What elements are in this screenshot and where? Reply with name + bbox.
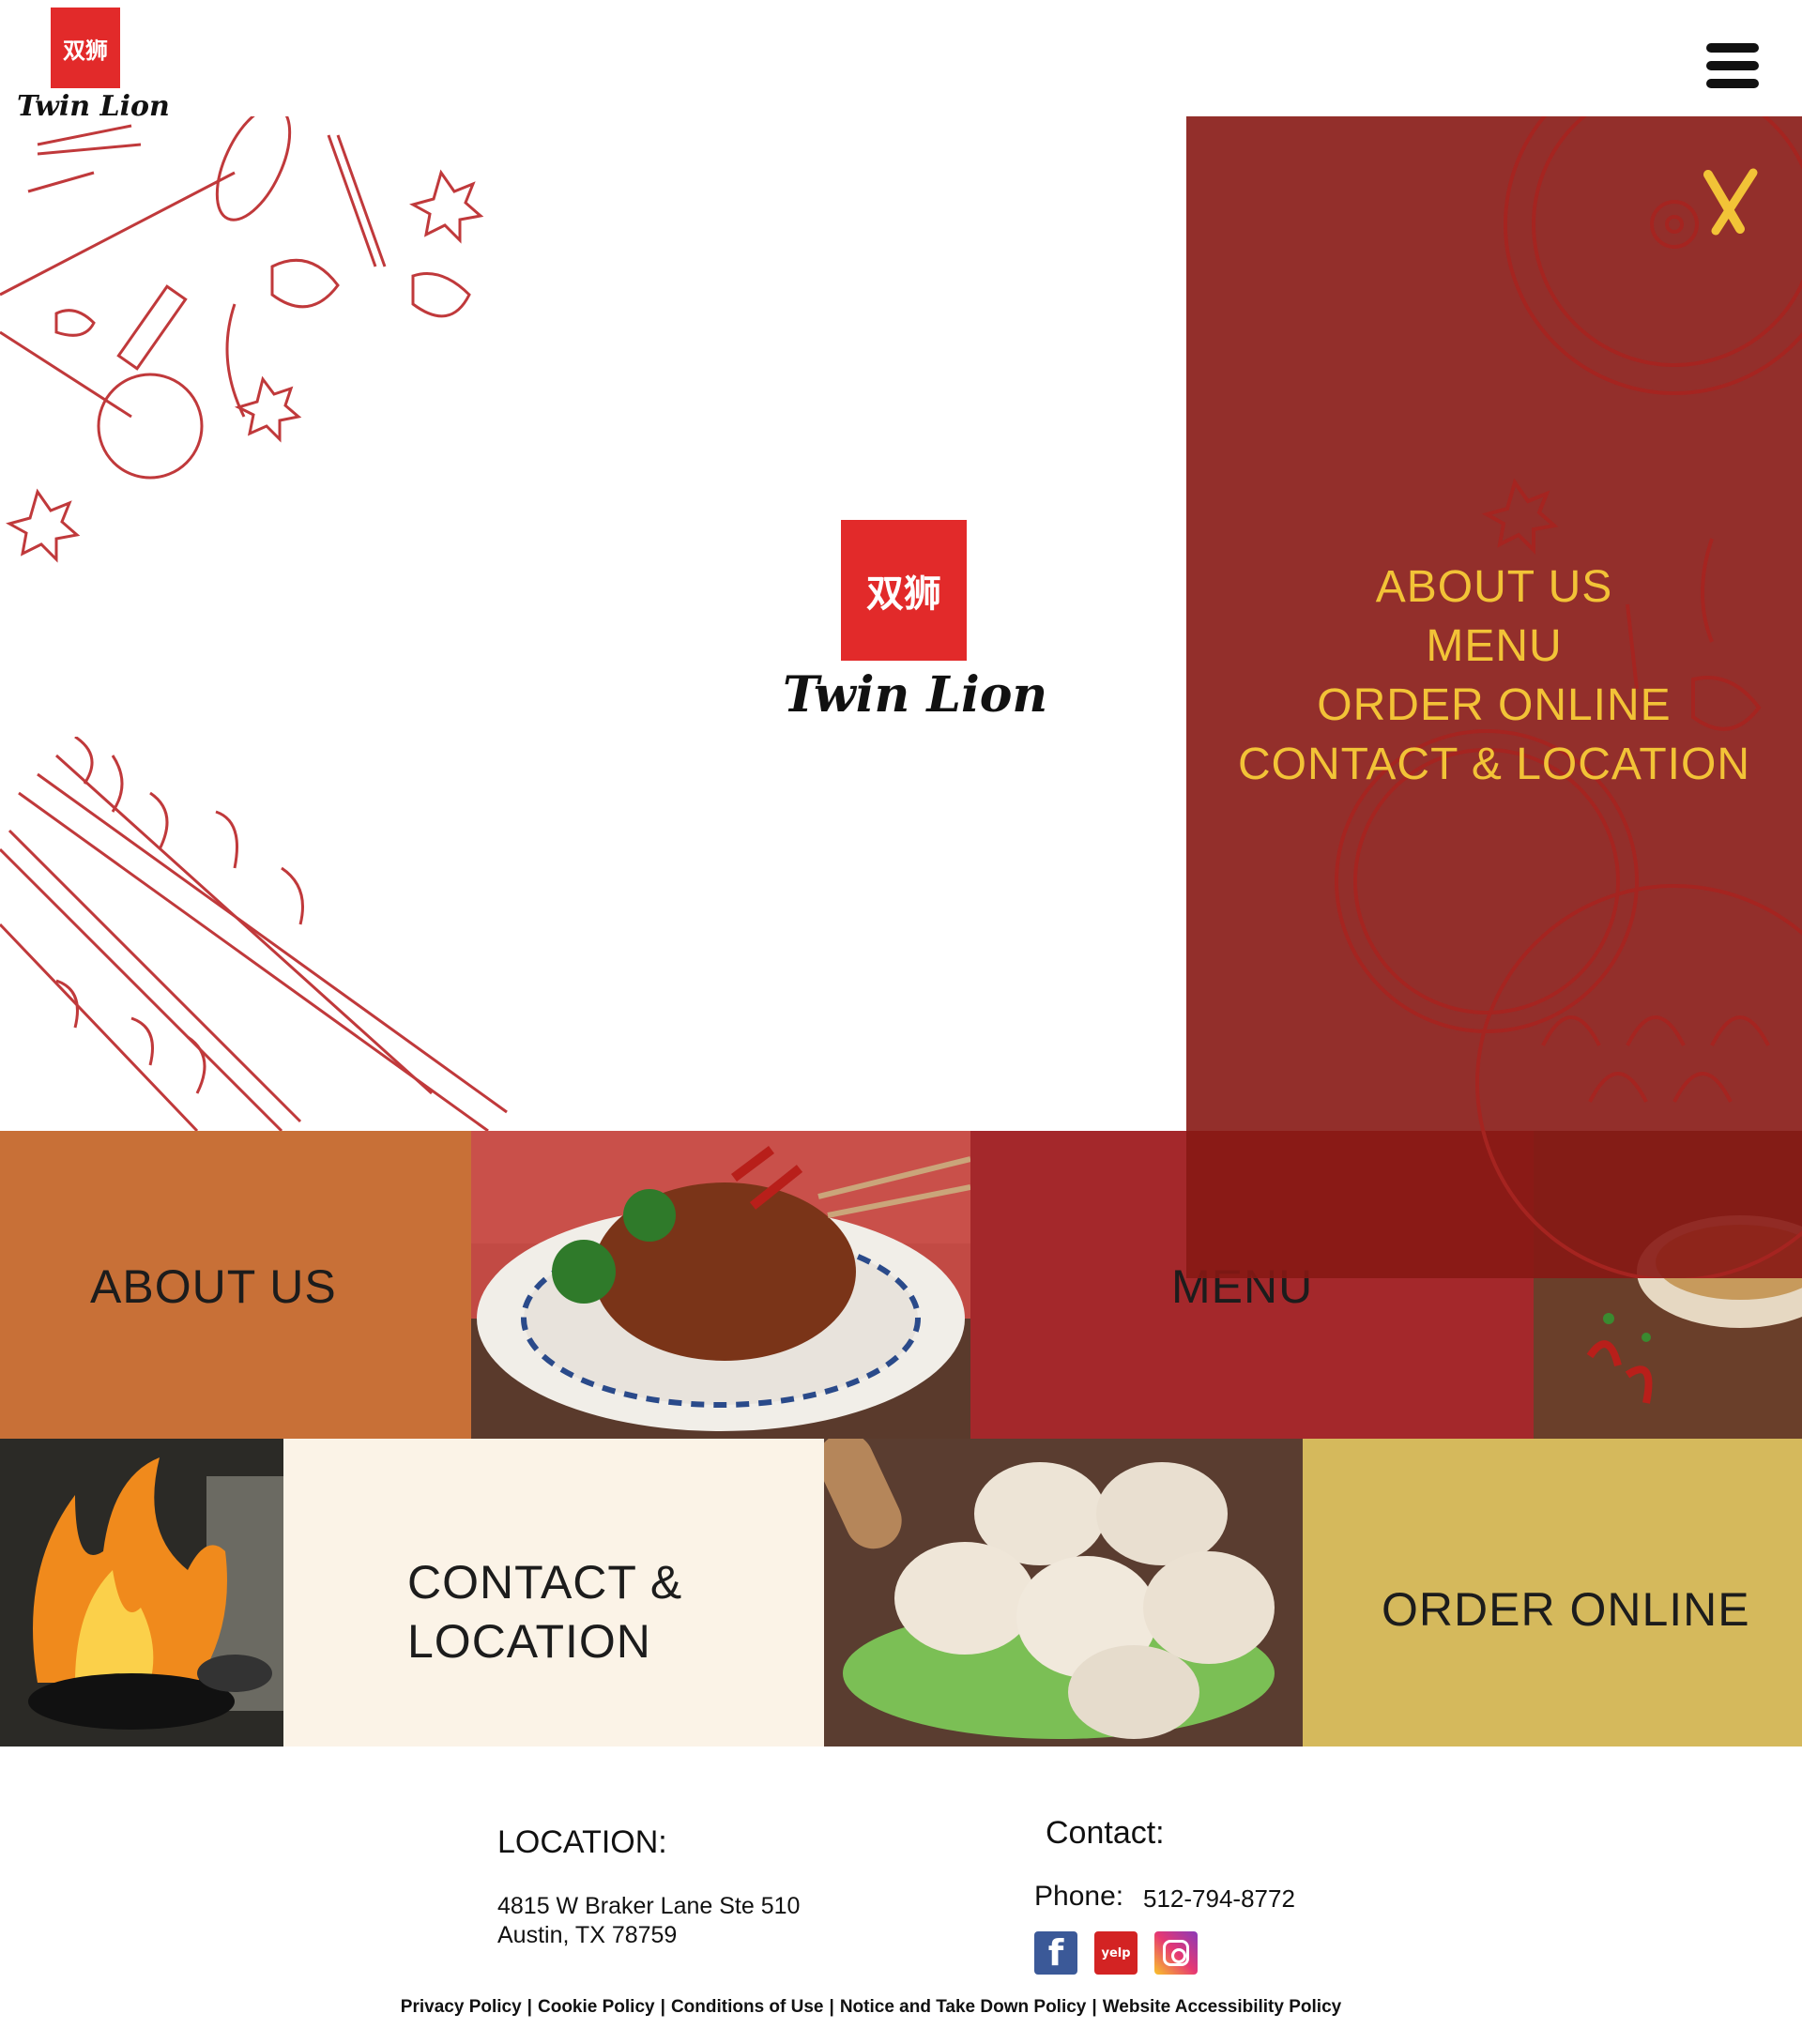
address: 4815 W Braker Lane Ste 510 Austin, TX 78… bbox=[497, 1892, 800, 1950]
kitchen-utensils-illustration bbox=[0, 116, 484, 563]
contact-tile-label-line1: CONTACT & bbox=[407, 1556, 683, 1609]
order-online-tile[interactable]: ORDER ONLINE bbox=[1303, 1439, 1802, 1747]
cookie-policy-link[interactable]: Cookie Policy bbox=[538, 1997, 655, 2017]
dumplings-photo bbox=[824, 1439, 1303, 1747]
nav-item-contact-location[interactable]: CONTACT & LOCATION bbox=[1186, 735, 1802, 794]
dumplings-image bbox=[824, 1439, 1303, 1747]
legal-separator: | bbox=[660, 1997, 665, 2017]
hero-logo: 双狮 Twin Lion bbox=[783, 520, 1047, 726]
hamburger-bar bbox=[1706, 43, 1759, 53]
site-header: 双狮 Twin Lion bbox=[0, 0, 1802, 123]
hamburger-icon[interactable] bbox=[1706, 43, 1759, 88]
address-line-1: 4815 W Braker Lane Ste 510 bbox=[497, 1893, 801, 1919]
navigation-menu: ABOUT US MENU ORDER ONLINE CONTACT & LOC… bbox=[1186, 557, 1802, 794]
phone-number[interactable]: 512-794-8772 bbox=[1143, 1884, 1295, 1914]
accessibility-policy-link[interactable]: Website Accessibility Policy bbox=[1103, 1997, 1342, 2017]
about-us-tile[interactable]: ABOUT US bbox=[0, 1131, 471, 1439]
takedown-policy-link[interactable]: Notice and Take Down Policy bbox=[840, 1997, 1087, 2017]
legal-separator: | bbox=[527, 1997, 532, 2017]
address-line-2: Austin, TX 78759 bbox=[497, 1922, 678, 1948]
contact-location-tile[interactable]: CONTACT & LOCATION bbox=[283, 1439, 824, 1747]
hamburger-bar bbox=[1706, 79, 1759, 88]
order-online-tile-label: ORDER ONLINE bbox=[1382, 1583, 1750, 1636]
navigation-overlay: ABOUT US MENU ORDER ONLINE CONTACT & LOC… bbox=[1186, 116, 1802, 1278]
chicken-dish-photo bbox=[471, 1131, 970, 1439]
legal-separator: | bbox=[829, 1997, 834, 2017]
privacy-policy-link[interactable]: Privacy Policy bbox=[401, 1997, 522, 2017]
contact-tile-label-line2: LOCATION bbox=[407, 1615, 651, 1668]
nav-item-order-online[interactable]: ORDER ONLINE bbox=[1186, 676, 1802, 735]
yelp-icon[interactable]: yelp bbox=[1094, 1931, 1138, 1975]
phone-label: Phone: bbox=[1034, 1881, 1124, 1912]
wok-fire-image bbox=[0, 1439, 283, 1747]
chicken-dish-image bbox=[471, 1131, 970, 1439]
hero-logo-seal-text: 双狮 bbox=[866, 572, 941, 616]
location-heading: LOCATION: bbox=[497, 1824, 667, 1860]
nav-item-menu[interactable]: MENU bbox=[1186, 617, 1802, 676]
hero-logo-wordmark: Twin Lion bbox=[783, 666, 1048, 724]
hero-logo-seal: 双狮 bbox=[841, 520, 967, 661]
nav-item-about-us[interactable]: ABOUT US bbox=[1186, 557, 1802, 617]
conditions-of-use-link[interactable]: Conditions of Use bbox=[671, 1997, 824, 2017]
close-icon[interactable] bbox=[1703, 167, 1759, 236]
logo-seal: 双狮 bbox=[51, 8, 120, 88]
legal-separator: | bbox=[1092, 1997, 1097, 2017]
instagram-glyph bbox=[1163, 1940, 1189, 1966]
facebook-icon[interactable]: f bbox=[1034, 1931, 1077, 1975]
legal-links: Privacy Policy | Cookie Policy | Conditions … bbox=[0, 1997, 1742, 2018]
hamburger-bar bbox=[1706, 61, 1759, 70]
logo-seal-text: 双狮 bbox=[63, 36, 108, 64]
page: 双狮 Twin Lion 双狮 Twin Lion ABOUT US MENU … bbox=[0, 0, 1802, 2044]
site-logo[interactable]: 双狮 Twin Lion bbox=[17, 8, 170, 123]
wok-fire-photo bbox=[0, 1439, 283, 1747]
contact-heading: Contact: bbox=[1046, 1815, 1165, 1851]
instagram-icon[interactable] bbox=[1154, 1931, 1198, 1975]
about-us-tile-label: ABOUT US bbox=[90, 1260, 337, 1313]
bamboo-illustration bbox=[0, 737, 508, 1131]
